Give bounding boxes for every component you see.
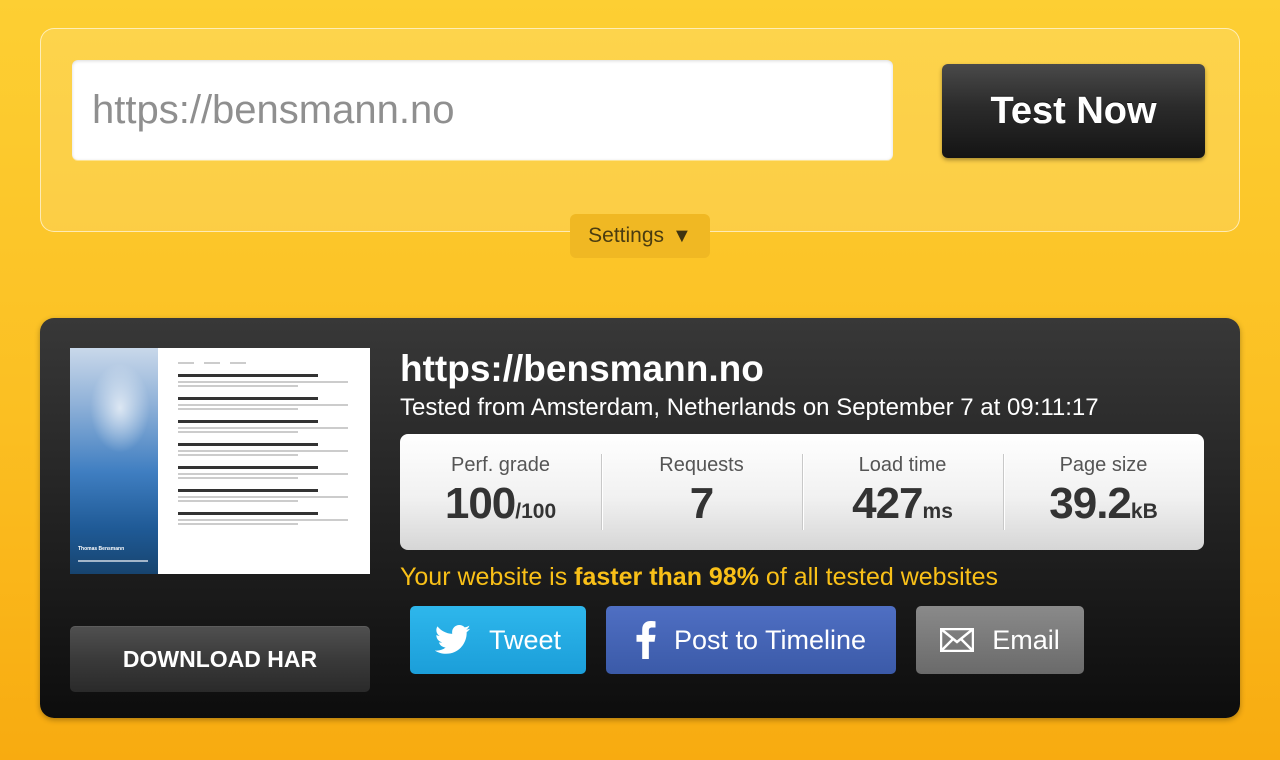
- stat-unit: kB: [1130, 500, 1158, 523]
- performance-highlight: faster than 98%: [574, 563, 759, 591]
- download-har-button[interactable]: DOWNLOAD HAR: [70, 626, 370, 692]
- url-input[interactable]: [72, 60, 893, 160]
- stat-value: 7: [689, 479, 715, 528]
- tested-from-text: Tested from Amsterdam, Netherlands on Se…: [400, 394, 1099, 421]
- settings-label: Settings: [588, 224, 665, 247]
- tweet-button[interactable]: Tweet: [410, 606, 586, 674]
- email-label: Email: [992, 624, 1060, 655]
- performance-summary: Your website is faster than 98% of all t…: [400, 563, 998, 591]
- email-button[interactable]: Email: [916, 606, 1084, 674]
- post-to-timeline-button[interactable]: Post to Timeline: [606, 606, 896, 674]
- test-form-panel: Test Now: [40, 28, 1240, 232]
- envelope-icon: [940, 628, 975, 652]
- stat-value: 39.2kB: [1049, 479, 1158, 528]
- results-panel: Thomas Bensmann DOWNLOAD HAR https://ben…: [40, 318, 1240, 718]
- stat-perf-grade: Perf. grade 100/100: [400, 434, 601, 550]
- stat-page-size: Page size 39.2kB: [1003, 434, 1204, 550]
- stat-label: Requests: [659, 454, 744, 476]
- twitter-bird-icon: [434, 625, 471, 655]
- thumbnail-content: [158, 348, 370, 574]
- stat-unit: ms: [922, 500, 953, 523]
- thumbnail-title: Thomas Bensmann: [78, 546, 125, 552]
- post-to-timeline-label: Post to Timeline: [673, 624, 867, 655]
- stat-label: Page size: [1059, 454, 1148, 476]
- caret-down-icon: ▼: [672, 224, 692, 247]
- thumbnail-sidebar: Thomas Bensmann: [70, 348, 158, 574]
- stat-label: Perf. grade: [451, 454, 550, 476]
- facebook-f-icon: [636, 621, 656, 659]
- test-now-button[interactable]: Test Now: [942, 64, 1205, 158]
- result-url: https://bensmann.no: [400, 348, 764, 389]
- stat-value: 427ms: [852, 479, 953, 528]
- tweet-label: Tweet: [488, 624, 562, 655]
- stat-unit: /100: [515, 500, 557, 523]
- website-thumbnail: Thomas Bensmann: [70, 348, 370, 574]
- stat-requests: Requests 7: [601, 434, 802, 550]
- stat-label: Load time: [858, 454, 947, 476]
- stat-load-time: Load time 427ms: [802, 434, 1003, 550]
- stats-box: Perf. grade 100/100 Requests 7 Load time…: [400, 434, 1204, 550]
- settings-toggle[interactable]: Settings ▼: [570, 214, 710, 258]
- stat-value: 100/100: [444, 479, 557, 528]
